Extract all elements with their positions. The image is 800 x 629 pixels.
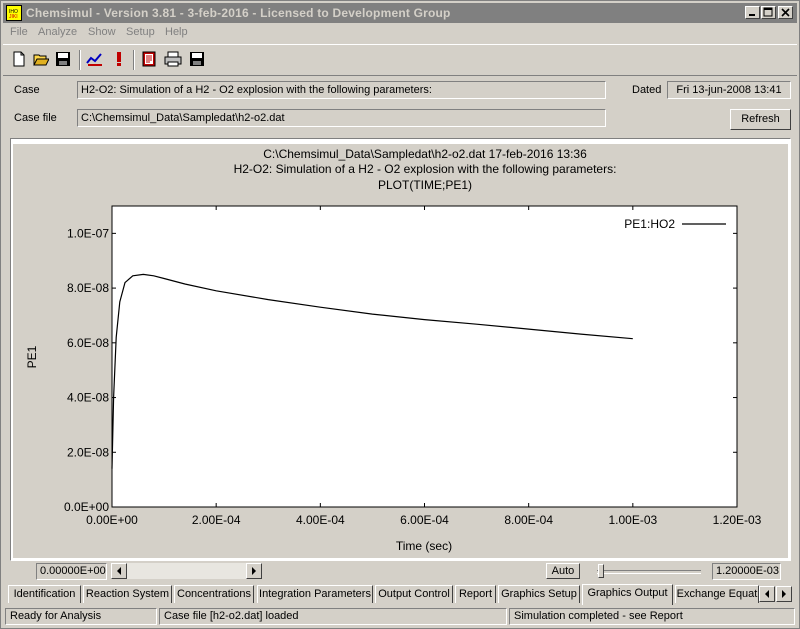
toolbar: [3, 44, 797, 76]
print-button[interactable]: [163, 49, 183, 69]
tab-concentrations[interactable]: Concentrations: [174, 585, 254, 603]
refresh-button[interactable]: Refresh: [730, 109, 791, 130]
tab-exchange-equations[interactable]: Exchange Equat: [675, 585, 759, 603]
scroll-right-button[interactable]: [246, 563, 262, 579]
alert-icon: [117, 52, 121, 66]
chart-check-icon: [86, 53, 102, 66]
report-button[interactable]: [139, 49, 159, 69]
menu-setup[interactable]: Setup: [126, 26, 155, 38]
save-output-icon: [190, 52, 204, 66]
x-axis-label: Time (sec): [396, 539, 452, 553]
open-folder-icon: [33, 54, 49, 66]
x-tick-label: 1.20E-03: [713, 513, 762, 527]
toolbar-separator: [79, 50, 81, 70]
dated-label: Dated: [632, 84, 662, 96]
scroll-left-button[interactable]: [111, 563, 127, 579]
x-tick-label: 2.00E-04: [192, 513, 241, 527]
y-tick-label: 6.0E-08: [67, 336, 109, 350]
y-tick-label: 4.0E-08: [67, 391, 109, 405]
x-tick-label: 0.00E+00: [86, 513, 138, 527]
tab-graphics-setup[interactable]: Graphics Setup: [498, 585, 580, 603]
case-label: Case: [14, 84, 40, 96]
chart: C:\Chemsimul_Data\Sampledat\h2-o2.dat 17…: [25, 147, 762, 553]
toolbar-separator: [133, 50, 135, 70]
open-button[interactable]: [31, 49, 51, 69]
x-max-field[interactable]: 1.20000E-03: [712, 563, 781, 580]
save-icon: [56, 52, 70, 66]
tab-graphics-output[interactable]: Graphics Output: [582, 584, 673, 605]
tab-reaction-system[interactable]: Reaction System: [83, 585, 172, 603]
report-icon: [142, 51, 156, 67]
y-tick-label: 0.0E+00: [64, 500, 109, 514]
close-button[interactable]: [778, 6, 793, 19]
y-axis-label: PE1: [25, 345, 39, 368]
slider-track: [597, 570, 701, 574]
save-output-button[interactable]: [187, 49, 207, 69]
save-button[interactable]: [53, 49, 73, 69]
run-button[interactable]: [109, 49, 129, 69]
plot-area: [111, 205, 738, 508]
tab-scroll-right-button[interactable]: [776, 586, 792, 602]
title-bar: IHO JIKI Chemsimul - Version 3.81 - 3-feb…: [3, 3, 797, 23]
case-description-field[interactable]: H2-O2: Simulation of a H2 - O2 explosion…: [77, 81, 606, 99]
menu-analyze[interactable]: Analyze: [38, 26, 77, 38]
menu-show[interactable]: Show: [88, 26, 116, 38]
chart-check-button[interactable]: [85, 49, 105, 69]
auto-button[interactable]: Auto: [546, 563, 580, 579]
graph-header-line1: C:\Chemsimul_Data\Sampledat\h2-o2.dat 17…: [263, 147, 587, 161]
menu-help[interactable]: Help: [165, 26, 188, 38]
left-arrow-icon: [765, 590, 769, 598]
x-min-field[interactable]: 0.00000E+00: [36, 563, 107, 580]
restore-icon: [763, 7, 773, 17]
right-arrow-icon: [782, 590, 786, 598]
dated-field: Fri 13-jun-2008 13:41: [667, 81, 791, 99]
status-left: Ready for Analysis: [5, 608, 157, 625]
graph-header-line3: PLOT(TIME;PE1): [378, 178, 472, 192]
x-min-scrollbar[interactable]: [111, 563, 262, 579]
new-file-button[interactable]: [9, 49, 29, 69]
y-tick-label: 1.0E-07: [67, 226, 109, 240]
legend-label: PE1:HO2: [624, 217, 675, 231]
app-icon[interactable]: IHO JIKI: [6, 5, 22, 21]
minimize-icon: [749, 14, 755, 16]
x-tick-label: 1.00E-03: [608, 513, 657, 527]
slider-thumb[interactable]: [598, 564, 604, 578]
case-file-label: Case file: [14, 112, 57, 124]
case-file-field[interactable]: C:\Chemsimul_Data\Sampledat\h2-o2.dat: [77, 109, 606, 127]
y-tick-label: 2.0E-08: [67, 445, 109, 459]
status-middle: Case file [h2-o2.dat] loaded: [159, 608, 507, 625]
window-title: Chemsimul - Version 3.81 - 3-feb-2016 - …: [26, 6, 451, 20]
tab-scroll-left-button[interactable]: [759, 586, 775, 602]
tab-identification[interactable]: Identification: [8, 585, 81, 603]
main-window: IHO JIKI Chemsimul - Version 3.81 - 3-feb…: [0, 0, 800, 629]
right-arrow-icon: [252, 567, 256, 575]
x-max-slider[interactable]: [595, 563, 705, 579]
y-tick-label: 8.0E-08: [67, 281, 109, 295]
graph-panel: C:\Chemsimul_Data\Sampledat\h2-o2.dat 17…: [13, 144, 788, 558]
tab-report[interactable]: Report: [455, 585, 496, 603]
status-bar: Ready for Analysis Case file [h2-o2.dat]…: [3, 606, 797, 626]
graph-header-line2: H2-O2: Simulation of a H2 - O2 explosion…: [234, 162, 617, 176]
x-tick-label: 8.00E-04: [504, 513, 553, 527]
minimize-button[interactable]: [745, 6, 760, 19]
menu-file[interactable]: File: [10, 26, 28, 38]
menu-bar: File Analyze Show Setup Help: [3, 24, 797, 42]
tab-output-control[interactable]: Output Control: [375, 585, 453, 603]
left-arrow-icon: [117, 567, 121, 575]
print-icon: [164, 51, 182, 67]
svg-text:JIKI: JIKI: [9, 14, 18, 20]
restore-button[interactable]: [761, 6, 776, 19]
status-right: Simulation completed - see Report: [509, 608, 795, 625]
tab-integration-parameters[interactable]: Integration Parameters: [257, 585, 373, 603]
close-icon: [781, 8, 790, 17]
x-tick-label: 6.00E-04: [400, 513, 449, 527]
x-tick-label: 4.00E-04: [296, 513, 345, 527]
new-file-icon: [13, 51, 25, 67]
